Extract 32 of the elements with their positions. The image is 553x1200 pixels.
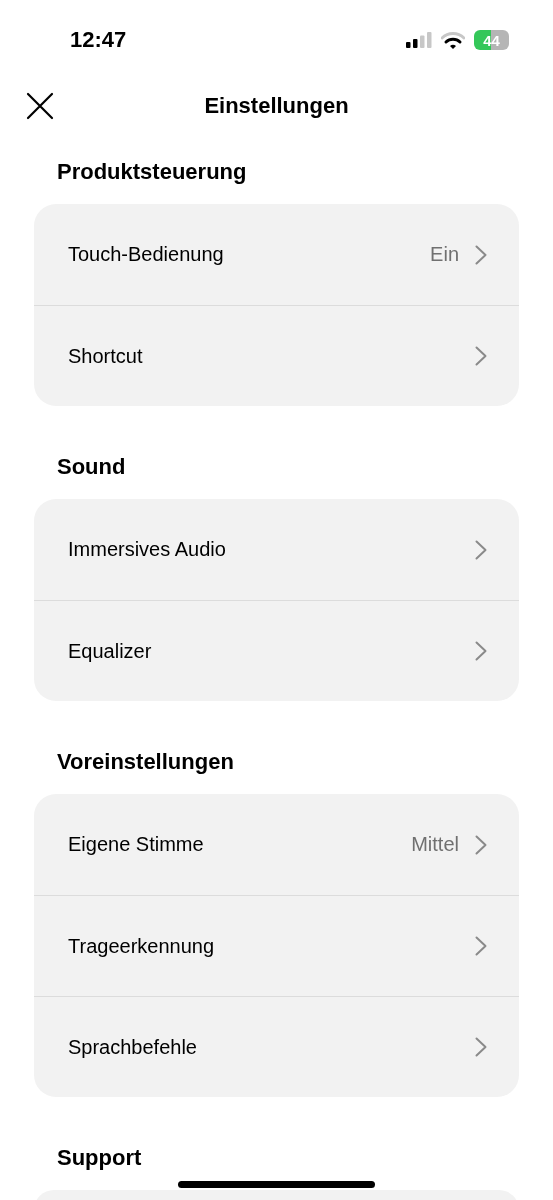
section-heading: Support xyxy=(57,1144,142,1172)
status-time: 12:47 xyxy=(70,27,127,53)
settings-row[interactable]: Immersives Audio xyxy=(34,499,519,600)
wifi-icon xyxy=(441,31,465,49)
section-heading: Produktsteuerung xyxy=(57,158,247,186)
section-heading: Sound xyxy=(57,453,126,481)
row-label: Trageerkennung xyxy=(68,934,216,958)
chevron-icon xyxy=(475,936,487,956)
row-label: Immersives Audio xyxy=(68,538,227,561)
settings-row[interactable]: Sprachbefehle xyxy=(34,996,519,1097)
settings-row[interactable]: Trageerkennung xyxy=(34,895,519,996)
chevron-icon xyxy=(475,834,487,855)
row-label: Eigene Stimme xyxy=(68,833,205,856)
row-label: Touch-Bedienung xyxy=(68,243,225,266)
screen-title: Einstellungen xyxy=(204,93,349,119)
row-label: Shortcut xyxy=(68,344,144,368)
row-value: Mittel xyxy=(411,833,459,856)
row-label: Sprachbefehle xyxy=(68,1035,198,1059)
settings-row[interactable]: Eigene Stimme Mittel xyxy=(34,794,519,895)
chevron-icon xyxy=(475,641,487,661)
chevron-icon xyxy=(475,539,487,560)
row-label: Equalizer xyxy=(68,639,153,663)
section-heading: Voreinstellungen xyxy=(57,748,234,776)
chevron-icon xyxy=(475,1037,487,1057)
signal-icon xyxy=(406,32,432,48)
close-button[interactable] xyxy=(26,92,54,120)
row-value: Ein xyxy=(430,243,459,266)
settings-row[interactable]: Shortcut xyxy=(34,305,519,406)
chevron-icon xyxy=(475,346,487,366)
chevron-icon xyxy=(475,244,487,265)
settings-row[interactable]: Touch-Bedienung Ein xyxy=(34,204,519,305)
settings-row[interactable]: Equalizer xyxy=(34,600,519,701)
